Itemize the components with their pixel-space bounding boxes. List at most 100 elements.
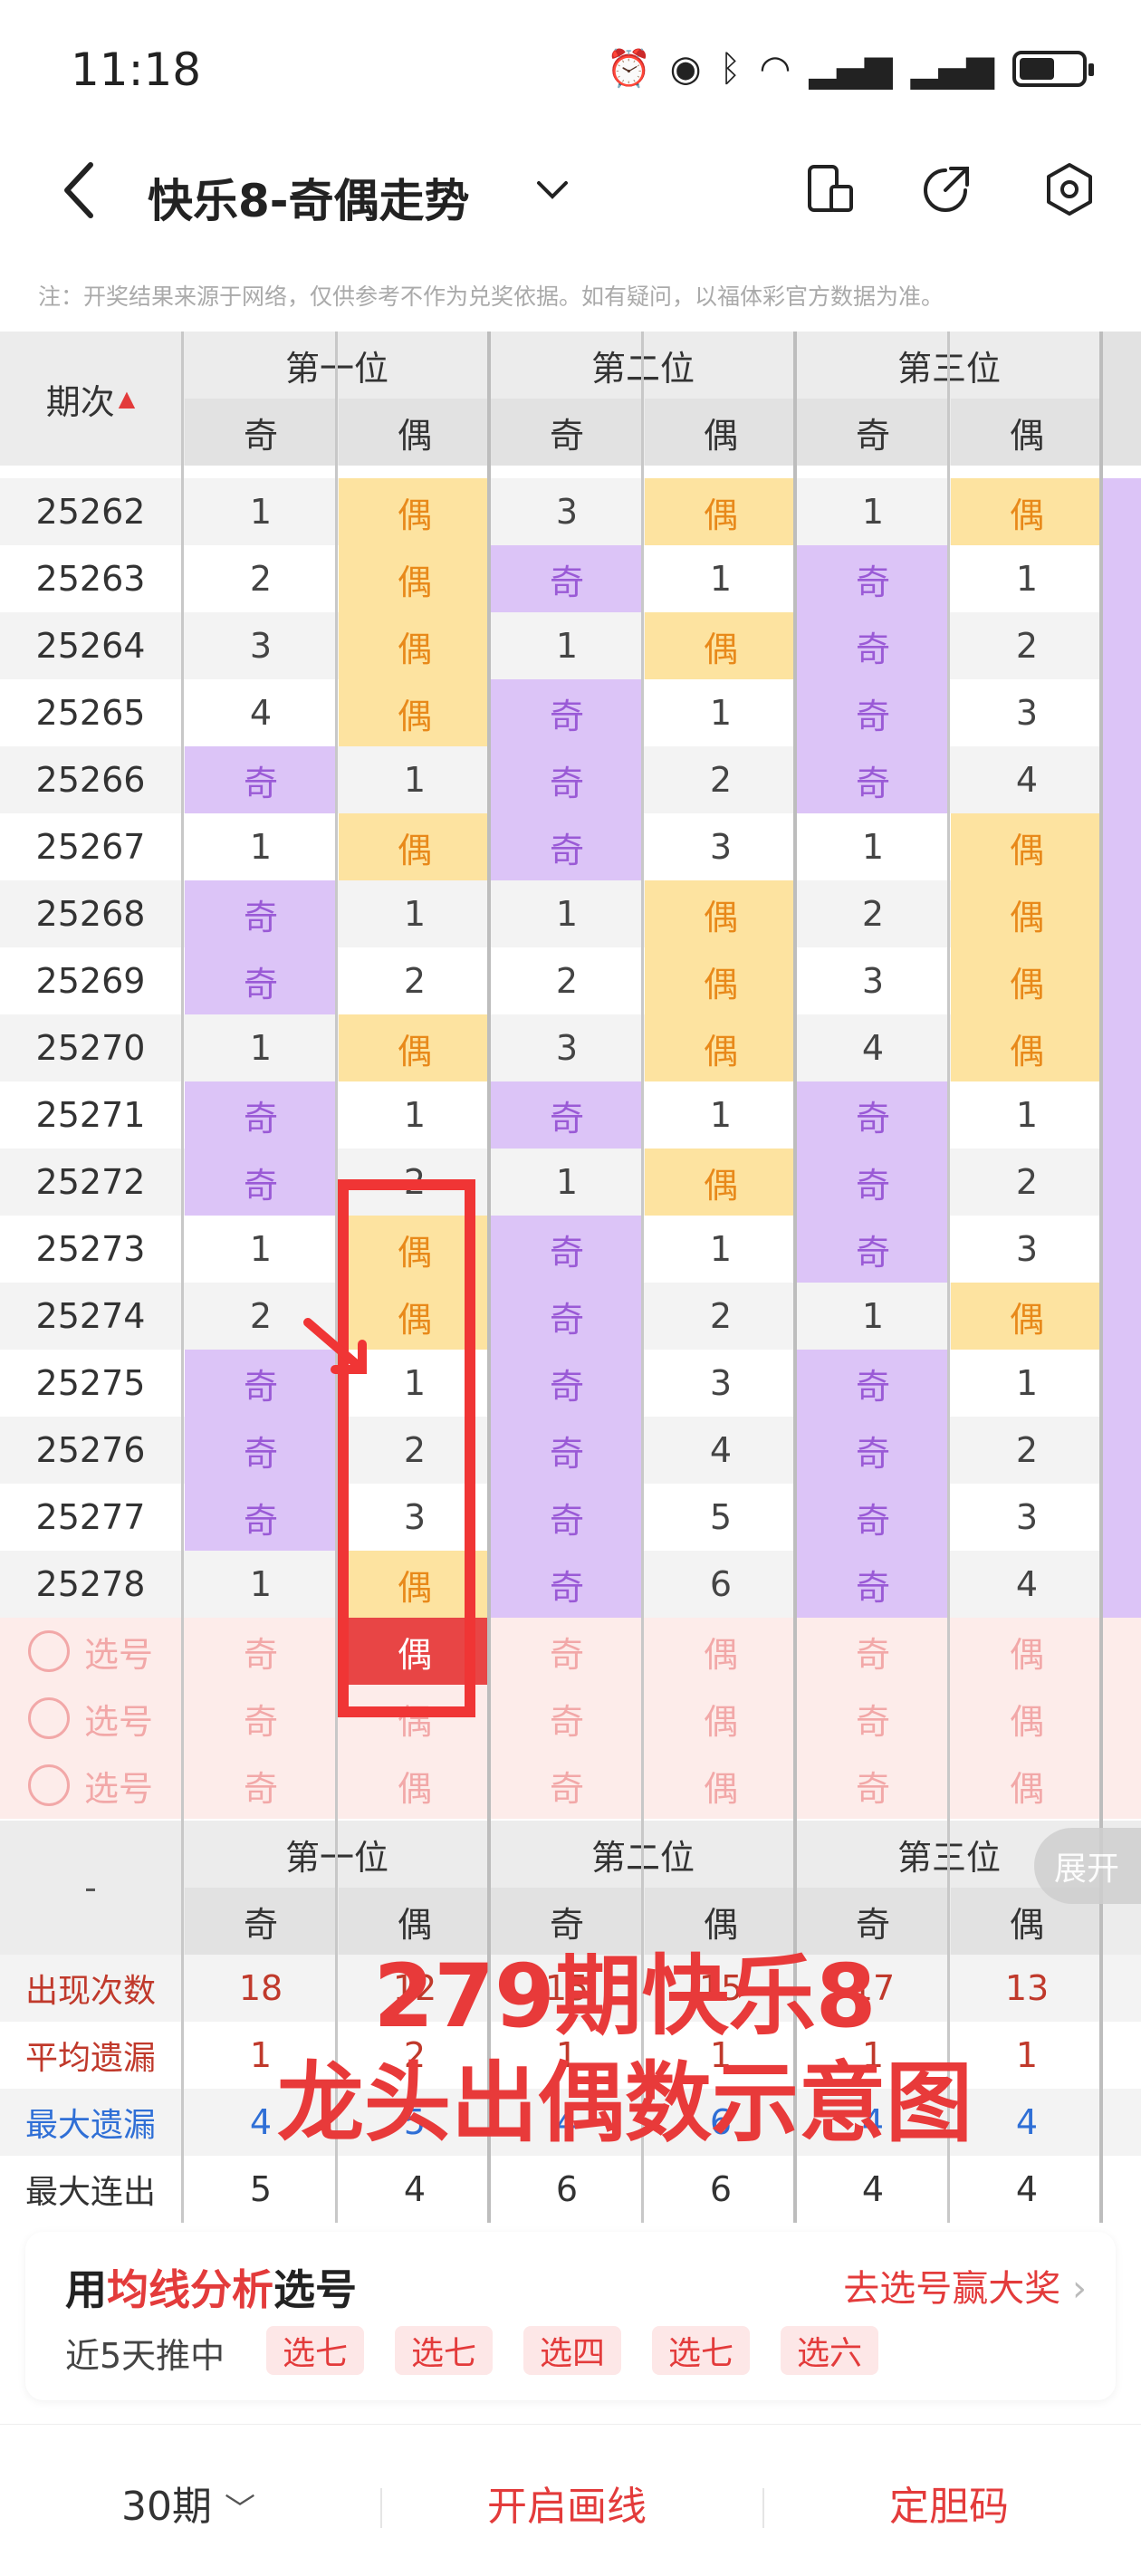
table-row: 25270 1 偶 3 偶 4 偶 xyxy=(0,1014,1141,1081)
trend-cell: 1 xyxy=(403,760,427,800)
pick-cell[interactable]: 偶 xyxy=(951,1752,1103,1819)
pick-select[interactable]: 选号 xyxy=(0,1618,181,1685)
trend-cell: 1 xyxy=(555,894,579,934)
period-cell: 25269 xyxy=(35,961,146,1001)
pick-cell[interactable]: 偶 xyxy=(645,1752,797,1819)
back-icon[interactable] xyxy=(47,156,116,225)
bottom-bar: 30期 ﹀ 开启画线 定胆码 xyxy=(0,2424,1141,2576)
chevron-down-icon[interactable] xyxy=(530,172,575,208)
table-row: 25271 奇 1 奇 1 奇 1 xyxy=(0,1081,1141,1149)
signal-icon: ▂▄▆ xyxy=(809,47,893,90)
disclaimer-notice: 注：开奖结果来源于网络，仅供参考不作为兑奖依据。如有疑问，以福体彩官方数据为准。 xyxy=(38,284,944,310)
pick-cell[interactable]: 偶 xyxy=(645,1618,797,1685)
trend-cell: 偶 xyxy=(951,813,1103,880)
device-icon[interactable] xyxy=(801,159,860,219)
trend-cell: 奇 xyxy=(797,1081,949,1149)
expand-button[interactable]: 展开 xyxy=(1034,1828,1141,1904)
stats-label: 出现次数 xyxy=(24,1973,156,2010)
circle-icon xyxy=(27,1697,70,1739)
even-header: 偶 xyxy=(645,1888,797,1955)
trend-cell: 1 xyxy=(1015,1363,1039,1403)
period-cell: 25272 xyxy=(35,1162,146,1202)
period-cell: 25275 xyxy=(35,1363,146,1403)
promo-card[interactable]: 用均线分析选号 去选号赢大奖 › 近5天推中 选七 选七 选四 选七 选六 xyxy=(25,2232,1116,2400)
draw-line-button[interactable]: 开启画线 xyxy=(487,2474,647,2532)
stats-header: -第一位奇偶第二位奇偶第三位奇偶 xyxy=(0,1821,1141,1955)
pick-cell[interactable]: 奇 xyxy=(491,1752,643,1819)
trend-cell: 奇 xyxy=(797,679,949,746)
trend-cell: 奇 xyxy=(797,1149,949,1216)
period-cell: 25263 xyxy=(35,559,146,599)
trend-cell: 奇 xyxy=(491,545,643,612)
chevron-down-icon: ﹀ xyxy=(225,2492,255,2528)
odd-header: 奇 xyxy=(491,1888,643,1955)
stats-cell: 4 xyxy=(403,2169,427,2209)
pick-select[interactable]: 选号 xyxy=(0,1685,181,1752)
trend-cell: 奇 xyxy=(185,746,337,813)
stats-cell: 5 xyxy=(249,2169,273,2209)
table-row: 25265 4 偶奇 1 奇 3 xyxy=(0,679,1141,746)
trend-cell: 奇 xyxy=(491,1350,643,1417)
promo-tag[interactable]: 选七 xyxy=(266,2326,365,2375)
even-header: 偶 xyxy=(339,1888,491,1955)
period-cell: 25276 xyxy=(35,1430,146,1470)
trend-cell: 奇 xyxy=(491,1484,643,1551)
promo-link[interactable]: 去选号赢大奖 › xyxy=(843,2259,1087,2312)
table-row: 25269 奇 2 2 偶 3 偶 xyxy=(0,947,1141,1014)
pick-cell[interactable]: 奇 xyxy=(185,1685,337,1752)
pick-row: 选号奇偶奇偶奇偶 xyxy=(0,1618,1141,1685)
pick-cell[interactable]: 奇 xyxy=(797,1685,949,1752)
table-row: 25264 3 偶 1 偶奇 2 xyxy=(0,612,1141,679)
stats-placeholder: - xyxy=(84,1868,97,1908)
pick-cell[interactable]: 奇 xyxy=(185,1752,337,1819)
period-select[interactable]: 30期 ﹀ xyxy=(121,2474,255,2532)
stats-label: 最大遗漏 xyxy=(24,2107,156,2144)
trend-cell: 偶 xyxy=(645,612,797,679)
trend-cell: 奇 xyxy=(797,1350,949,1417)
status-icons: ⏰ ◉ ᛒ ◠ ▂▄▆ ▂▄▆ xyxy=(607,47,1094,90)
promo-title-suffix: 选号 xyxy=(273,2265,357,2314)
pick-cell[interactable]: 偶 xyxy=(645,1685,797,1752)
settings-icon[interactable] xyxy=(1040,159,1099,219)
pick-cell[interactable]: 偶 xyxy=(339,1752,491,1819)
trend-cell: 2 xyxy=(861,894,885,934)
trend-cell: 奇 xyxy=(185,947,337,1014)
table-row: 25273 1 偶奇 1 奇 3 xyxy=(0,1216,1141,1283)
promo-tag[interactable]: 选七 xyxy=(395,2326,494,2375)
pick-cell[interactable]: 奇 xyxy=(491,1685,643,1752)
page-title[interactable]: 快乐8-奇偶走势 xyxy=(148,165,470,230)
promo-tag[interactable]: 选七 xyxy=(652,2326,751,2375)
share-icon[interactable] xyxy=(916,159,976,219)
period-cell: 25266 xyxy=(35,760,146,800)
trend-cell: 偶 xyxy=(339,813,491,880)
trend-cell: 奇 xyxy=(491,1417,643,1484)
pick-cell[interactable]: 奇 xyxy=(797,1752,949,1819)
eye-icon: ◉ xyxy=(669,47,702,90)
pick-cell[interactable]: 偶 xyxy=(951,1618,1103,1685)
dan-code-button[interactable]: 定胆码 xyxy=(889,2474,1009,2532)
stats-row: 最大连出 5 4 6 6 4 4 xyxy=(0,2156,1141,2223)
pick-cell[interactable]: 奇 xyxy=(797,1618,949,1685)
trend-cell: 1 xyxy=(403,1095,427,1135)
trend-cell: 4 xyxy=(249,693,273,733)
trend-cell: 3 xyxy=(861,961,885,1001)
promo-tag[interactable]: 选四 xyxy=(523,2326,622,2375)
promo-title: 用均线分析选号 xyxy=(65,2257,357,2317)
trend-cell: 1 xyxy=(861,492,885,532)
table-row: 25276 奇 2 奇 4 奇 2 xyxy=(0,1417,1141,1484)
app-header: 快乐8-奇偶走势 xyxy=(0,136,1141,245)
trend-cell: 奇 xyxy=(797,1484,949,1551)
pick-cell[interactable]: 奇 xyxy=(185,1618,337,1685)
arrow-icon xyxy=(303,1318,367,1374)
separator xyxy=(762,2488,764,2528)
pick-cell[interactable]: 奇 xyxy=(491,1618,643,1685)
pick-cell[interactable]: 偶 xyxy=(951,1685,1103,1752)
period-cell: 25265 xyxy=(35,693,146,733)
promo-subtitle: 近5天推中 xyxy=(65,2336,225,2376)
promo-tag[interactable]: 选六 xyxy=(781,2326,879,2375)
trend-cell: 4 xyxy=(1015,760,1039,800)
period-header[interactable]: 期次 ▲ xyxy=(0,332,181,466)
trend-cell: 2 xyxy=(249,559,273,599)
stats-cell: 6 xyxy=(555,2169,579,2209)
pick-select[interactable]: 选号 xyxy=(0,1752,181,1819)
